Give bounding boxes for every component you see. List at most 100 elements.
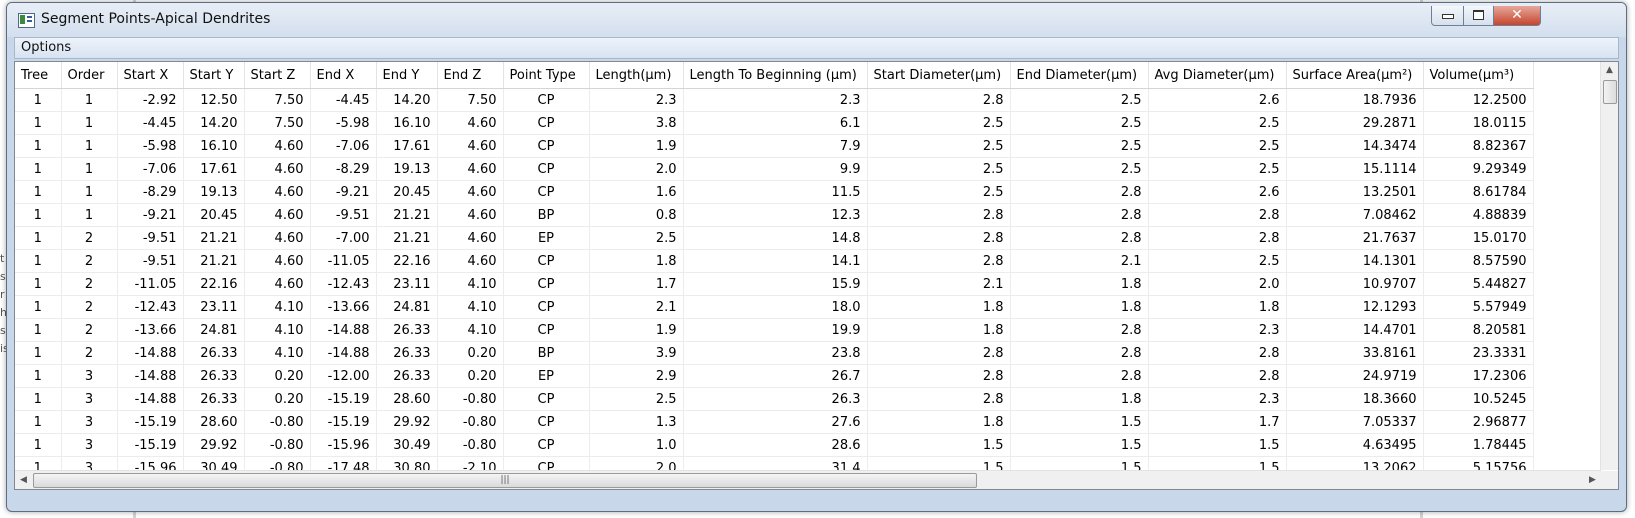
menu-options[interactable]: Options [21, 40, 71, 55]
table-cell: 1 [15, 364, 62, 388]
scroll-left-icon[interactable]: ◀ [15, 471, 32, 489]
table-cell: 24.81 [183, 318, 245, 342]
table-cell: 11.5 [683, 180, 868, 204]
column-header[interactable]: Start Diameter(µm) [867, 62, 1011, 89]
table-cell: 21.21 [376, 226, 438, 250]
table-cell: 23.8 [683, 341, 868, 365]
table-cell: 1 [15, 88, 62, 112]
table-row[interactable]: 1 2 -11.05 22.16 4.60 -12.43 23.11 4.10 CP 1.7 15.… [15, 272, 1534, 296]
table-cell: 1.8 [867, 410, 1011, 434]
table-cell: 1 [15, 295, 62, 319]
table-row[interactable]: 1 3 -15.19 29.92 -0.80 -15.96 30.49 -0.80 CP 1.0 2… [15, 433, 1534, 457]
close-button[interactable]: ✕ [1493, 6, 1541, 26]
window-title: Segment Points-Apical Dendrites [41, 11, 271, 27]
table-cell: 2 [61, 272, 118, 296]
column-header[interactable]: Start Z [244, 62, 311, 89]
table-row[interactable]: 1 2 -9.51 21.21 4.60 -11.05 22.16 4.60 CP 1.8 14.1… [15, 249, 1534, 273]
table-cell: 1 [15, 111, 62, 135]
table-cell: 2.6 [1148, 88, 1287, 112]
table-cell: 19.9 [683, 318, 868, 342]
table-cell: 0.20 [437, 341, 504, 365]
table-cell: 2.5 [867, 134, 1011, 158]
segment-points-window: Segment Points-Apical Dendrites ✕ Option… [6, 2, 1627, 512]
vertical-scroll-thumb[interactable] [1603, 80, 1617, 104]
vertical-scrollbar[interactable]: ▲ [1600, 62, 1618, 470]
column-header[interactable]: End Y [376, 62, 438, 89]
column-header[interactable]: Length To Beginning (µm) [683, 62, 868, 89]
table-cell: 3 [61, 433, 118, 457]
scroll-up-icon[interactable]: ▲ [1601, 62, 1618, 79]
table-row[interactable]: 1 2 -14.88 26.33 4.10 -14.88 26.33 0.20 BP 3.9 23.… [15, 341, 1534, 365]
table-cell: 13.2501 [1286, 180, 1424, 204]
column-header[interactable]: Tree [15, 62, 62, 89]
table-cell: 2.5 [867, 180, 1011, 204]
table-row[interactable]: 1 3 -14.88 26.33 0.20 -15.19 28.60 -0.80 CP 2.5 26… [15, 387, 1534, 411]
table-cell: 5.57949 [1423, 295, 1534, 319]
column-header[interactable]: End Z [437, 62, 504, 89]
close-icon: ✕ [1511, 7, 1523, 23]
table-cell: 1.8 [867, 318, 1011, 342]
table-cell: 2.8 [1010, 341, 1149, 365]
column-header[interactable]: Start X [117, 62, 184, 89]
table-cell: 1 [15, 226, 62, 250]
table-cell: 4.10 [244, 341, 311, 365]
table-cell: 16.10 [376, 111, 438, 135]
table-cell: 2.8 [867, 387, 1011, 411]
horizontal-scrollbar[interactable]: ◀ ||| ▶ [15, 470, 1601, 489]
table-cell: 18.0115 [1423, 111, 1534, 135]
table-cell: 9.9 [683, 157, 868, 181]
table-row[interactable]: 1 1 -2.92 12.50 7.50 -4.45 14.20 7.50 CP 2.3 2.3 2.… [15, 88, 1534, 112]
horizontal-scroll-thumb[interactable]: ||| [33, 473, 977, 488]
table-cell: 26.3 [683, 387, 868, 411]
column-header[interactable]: Avg Diameter(µm) [1148, 62, 1287, 89]
table-cell: 2.8 [1010, 364, 1149, 388]
table-row[interactable]: 1 2 -12.43 23.11 4.10 -13.66 24.81 4.10 CP 2.1 18.… [15, 295, 1534, 319]
table-cell: 2 [61, 341, 118, 365]
table-cell: 3 [61, 387, 118, 411]
minimize-button[interactable] [1431, 6, 1464, 26]
table-cell: 15.1114 [1286, 157, 1424, 181]
table-cell: -0.80 [437, 387, 504, 411]
table-row[interactable]: 1 1 -9.21 20.45 4.60 -9.51 21.21 4.60 BP 0.8 12.3 2… [15, 203, 1534, 227]
table-cell: BP [503, 203, 590, 227]
column-header[interactable]: Order [61, 62, 118, 89]
table-cell: EP [503, 226, 590, 250]
table-cell: 2.8 [1010, 203, 1149, 227]
table-cell: 1 [61, 88, 118, 112]
table-cell: 19.13 [376, 157, 438, 181]
column-header[interactable]: Start Y [183, 62, 245, 89]
table-cell: CP [503, 249, 590, 273]
table-row[interactable]: 1 3 -15.19 28.60 -0.80 -15.19 29.92 -0.80 CP 1.3 2… [15, 410, 1534, 434]
table-cell: 17.61 [376, 134, 438, 158]
table-row[interactable]: 1 1 -8.29 19.13 4.60 -9.21 20.45 4.60 CP 1.6 11.5 2… [15, 180, 1534, 204]
table-cell: -2.92 [117, 88, 184, 112]
table-cell: 14.4701 [1286, 318, 1424, 342]
table-cell: 7.50 [244, 111, 311, 135]
table-cell: 1.5 [1010, 433, 1149, 457]
table-cell: 1.9 [589, 318, 684, 342]
table-cell: 1.9 [589, 134, 684, 158]
table-row[interactable]: 1 1 -4.45 14.20 7.50 -5.98 16.10 4.60 CP 3.8 6.1 2.… [15, 111, 1534, 135]
table-row[interactable]: 1 2 -9.51 21.21 4.60 -7.00 21.21 4.60 EP 2.5 14.8 2… [15, 226, 1534, 250]
column-header[interactable]: End X [310, 62, 377, 89]
maximize-button[interactable] [1463, 6, 1494, 26]
column-header[interactable]: Length(µm) [589, 62, 684, 89]
table-cell: 23.11 [183, 295, 245, 319]
table-row[interactable]: 1 2 -13.66 24.81 4.10 -14.88 26.33 4.10 CP 1.9 19.… [15, 318, 1534, 342]
column-header[interactable]: Volume(µm³) [1423, 62, 1534, 89]
table-cell: 8.61784 [1423, 180, 1534, 204]
scroll-right-icon[interactable]: ▶ [1584, 471, 1601, 489]
title-bar[interactable]: Segment Points-Apical Dendrites ✕ [7, 3, 1626, 37]
table-cell: 22.16 [183, 272, 245, 296]
table-cell: 2.5 [1010, 111, 1149, 135]
table-row[interactable]: 1 1 -5.98 16.10 4.60 -7.06 17.61 4.60 CP 1.9 7.9 2.… [15, 134, 1534, 158]
table-cell: 1 [15, 318, 62, 342]
column-header[interactable]: Point Type [503, 62, 590, 89]
column-header[interactable]: End Diameter(µm) [1010, 62, 1149, 89]
table-row[interactable]: 1 1 -7.06 17.61 4.60 -8.29 19.13 4.60 CP 2.0 9.9 2.… [15, 157, 1534, 181]
table-cell: 21.21 [183, 226, 245, 250]
column-header[interactable]: Surface Area(µm²) [1286, 62, 1424, 89]
table-cell: 24.81 [376, 295, 438, 319]
table-row[interactable]: 1 3 -14.88 26.33 0.20 -12.00 26.33 0.20 EP 2.9 26.… [15, 364, 1534, 388]
table-cell: 1 [15, 341, 62, 365]
